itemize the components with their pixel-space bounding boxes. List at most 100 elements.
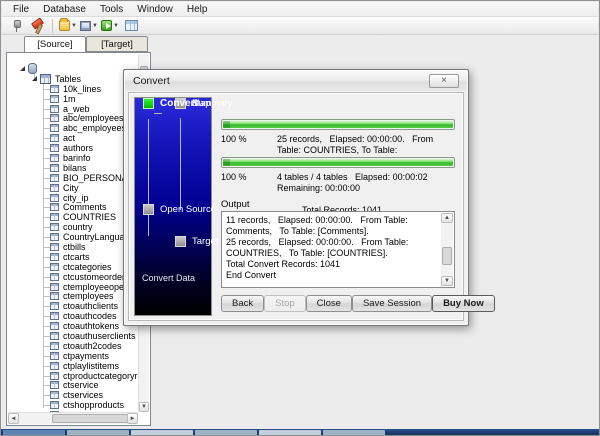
output-scrollbar[interactable]: ▲ ▼ [441, 213, 453, 286]
output-line: Total Convert Records: 1041 [226, 259, 438, 270]
tree-item[interactable]: ctpayments [8, 351, 138, 361]
tree-root-node[interactable] [8, 64, 138, 74]
scroll-right-button[interactable]: ► [127, 413, 138, 424]
database-icon [28, 63, 37, 74]
table-icon [50, 263, 59, 271]
table-icon [50, 381, 59, 389]
tree-item-label: ctservices [63, 390, 103, 400]
tree-item[interactable]: act [8, 133, 138, 143]
tree-item[interactable]: BIO_PERSONAL_INF [8, 173, 138, 183]
open-database-button[interactable]: ▼ [59, 18, 77, 34]
tree-item[interactable]: ctcarts [8, 252, 138, 262]
tools-button[interactable] [28, 18, 46, 34]
output-box[interactable]: 11 records, Elapsed: 00:00:00. From Tabl… [221, 211, 455, 288]
menu-item[interactable]: Help [180, 2, 215, 17]
taskbar-button[interactable] [131, 430, 193, 435]
convert-content: 100 % 25 records, Elapsed: 00:00:00. Fro… [219, 97, 457, 316]
tree-item[interactable]: a_web [8, 104, 138, 114]
run-button[interactable]: ▼ [101, 18, 119, 34]
menu-item[interactable]: Tools [93, 2, 130, 17]
tab-target[interactable]: [Target] [86, 36, 148, 52]
table-icon [50, 114, 59, 122]
tree-item[interactable]: 10k_lines [8, 84, 138, 94]
table-icon [50, 223, 59, 231]
output-line: End Convert [226, 270, 438, 281]
tree-item[interactable]: ctcustomeorders [8, 272, 138, 282]
table-icon [50, 164, 59, 172]
pin-button[interactable] [7, 18, 25, 34]
tree-item[interactable]: authors [8, 143, 138, 153]
taskbar-button[interactable] [3, 430, 65, 435]
tree-item[interactable]: ctemployees [8, 291, 138, 301]
table-icon [50, 105, 59, 113]
step-label: Target [192, 236, 218, 247]
taskbar-button[interactable] [195, 430, 257, 435]
tree-item[interactable]: ctservices [8, 390, 138, 400]
view-button[interactable]: ▼ [80, 18, 98, 34]
tree-item-label: 1m [63, 94, 76, 104]
tree-horizontal-scrollbar[interactable]: ◄ ► [8, 412, 138, 424]
tree-item[interactable]: CountryLanguage [8, 232, 138, 242]
tree-item[interactable]: COUNTRIES [8, 212, 138, 222]
taskbar-button[interactable] [259, 430, 321, 435]
tree-item-label: ctpayments [63, 351, 109, 361]
tree-item[interactable]: country [8, 222, 138, 232]
tree-item[interactable]: Comments [8, 202, 138, 212]
table-icon [50, 352, 59, 360]
close-icon[interactable]: × [429, 74, 459, 88]
tree-item[interactable]: ctbills [8, 242, 138, 252]
table-icon [50, 312, 59, 320]
tree-item-label: ctcategories [63, 262, 112, 272]
taskbar-button[interactable] [67, 430, 129, 435]
scrollbar-thumb[interactable] [442, 247, 452, 265]
tree-item[interactable]: abc/employees [8, 113, 138, 123]
tree-item[interactable]: ctoauthtokens [8, 321, 138, 331]
menu-item[interactable]: Window [130, 2, 180, 17]
expand-arrow-icon[interactable] [20, 66, 25, 71]
tree-item[interactable]: city_ip [8, 193, 138, 203]
tree-item[interactable]: City [8, 183, 138, 193]
buy-now-button[interactable]: Buy Now [432, 295, 495, 312]
tree-item[interactable]: ctemployeeoperatelog [8, 282, 138, 292]
scroll-up-button[interactable]: ▲ [441, 213, 453, 223]
save-session-button[interactable]: Save Session [352, 295, 432, 312]
expand-arrow-icon[interactable] [32, 76, 37, 81]
tree-item[interactable]: abc_employees [8, 123, 138, 133]
tree-item[interactable]: ctplaylistitems [8, 361, 138, 371]
source-tree: Tables 10k_lines 1m a_web abc/employees [8, 54, 138, 412]
menu-item[interactable]: File [6, 2, 36, 17]
tree-item[interactable]: ctproductcategoryrelation [8, 371, 138, 381]
pin-icon [14, 20, 19, 32]
tree-item[interactable]: ctcategories [8, 262, 138, 272]
scroll-down-button[interactable]: ▼ [139, 402, 149, 412]
dialog-title-bar[interactable]: Convert × [125, 71, 467, 91]
tree-item[interactable]: ctservice [8, 381, 138, 391]
table-view-button[interactable] [122, 18, 140, 34]
step-connector-line [154, 113, 162, 114]
tab-source[interactable]: [Source] [24, 36, 86, 53]
tree-tables-node[interactable]: Tables [8, 74, 138, 84]
tree-item[interactable]: ctoauthclients [8, 301, 138, 311]
total-progress-line1: 4 tables / 4 tables Elapsed: 00:00:02 Re… [277, 172, 435, 193]
tree-item[interactable]: ctshopproducts [8, 400, 138, 410]
tables-icon [40, 74, 51, 84]
tree-item[interactable]: barinfo [8, 153, 138, 163]
scrollbar-thumb[interactable] [52, 414, 128, 423]
tree-item[interactable]: ctoauthcodes [8, 311, 138, 321]
back-button[interactable]: Back [221, 295, 264, 312]
dropdown-arrow-icon[interactable]: ▼ [71, 23, 77, 29]
output-line: 11 records, Elapsed: 00:00:00. From Tabl… [226, 215, 438, 237]
scroll-down-button[interactable]: ▼ [441, 276, 453, 286]
tree-item[interactable]: bilans [8, 163, 138, 173]
dropdown-arrow-icon[interactable]: ▼ [113, 23, 119, 29]
tree-item-label: authors [63, 143, 93, 153]
tree-item[interactable]: 1m [8, 94, 138, 104]
dropdown-arrow-icon[interactable]: ▼ [92, 23, 98, 29]
close-button[interactable]: Close [306, 295, 352, 312]
menu-item[interactable]: Database [36, 2, 93, 17]
tree-item-label: abc/employees [63, 113, 124, 123]
taskbar-button[interactable] [323, 430, 385, 435]
tree-item[interactable]: ctoauth2codes [8, 341, 138, 351]
tree-item[interactable]: ctoauthuserclients [8, 331, 138, 341]
scroll-left-button[interactable]: ◄ [8, 413, 19, 424]
